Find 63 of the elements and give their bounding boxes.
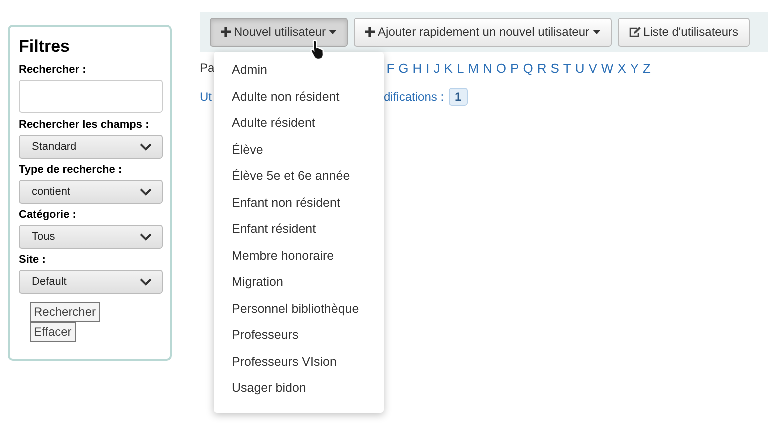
menu-item[interactable]: Élève <box>214 140 384 167</box>
chevron-icon <box>140 278 152 286</box>
menu-item[interactable]: Professeurs <box>214 326 384 352</box>
field-label: Type de recherche : <box>19 164 124 176</box>
letter-link[interactable]: F <box>386 60 395 76</box>
chevron-icon <box>140 188 152 196</box>
letter-link[interactable]: T <box>563 60 572 76</box>
chevron-icon <box>140 233 152 241</box>
letter-link[interactable]: X <box>618 60 626 76</box>
select-field[interactable]: Standard <box>19 135 163 159</box>
letter-link[interactable]: O <box>496 60 507 76</box>
menu-item[interactable]: Membre honoraire <box>214 246 384 273</box>
field-label: Rechercher : <box>19 64 88 76</box>
toolbar-button[interactable]: Liste d'utilisateurs <box>618 18 750 46</box>
menu-item[interactable]: Enfant résident <box>214 220 384 246</box>
letter-link[interactable]: W <box>601 60 614 76</box>
field-label: Catégorie : <box>19 209 78 221</box>
select-field[interactable]: Tous <box>19 225 163 249</box>
letter-link[interactable]: Q <box>523 60 534 76</box>
filter-button[interactable]: Rechercher <box>30 302 100 322</box>
letter-link[interactable]: H <box>412 60 422 76</box>
edit-icon <box>628 26 641 38</box>
plus-icon <box>221 27 231 37</box>
letter-link[interactable]: P <box>510 60 520 76</box>
select-field[interactable]: contient <box>19 180 163 204</box>
letter-link[interactable]: U <box>575 60 585 76</box>
field-label: Site : <box>19 254 47 266</box>
letter-link[interactable]: R <box>537 60 547 76</box>
search-field[interactable] <box>19 80 163 113</box>
letter-link[interactable]: J <box>434 60 440 76</box>
letter-link[interactable]: Z <box>643 60 651 76</box>
letter-link[interactable]: V <box>588 60 598 76</box>
menu-item[interactable]: Usager bidon <box>214 379 384 406</box>
menu-item[interactable]: Professeurs VIsion <box>214 352 384 379</box>
modifications-link[interactable]: difications : <box>384 90 444 104</box>
letter-link[interactable]: K <box>444 60 453 76</box>
menu-item[interactable]: Migration <box>214 273 384 300</box>
menu-item[interactable]: Personnel bibliothèque <box>214 300 384 326</box>
letter-link[interactable]: N <box>483 60 492 76</box>
letter-link[interactable]: G <box>398 60 409 76</box>
letter-link[interactable]: I <box>426 60 430 76</box>
menu-item[interactable]: Élève 5e et 6e année <box>214 167 384 194</box>
chevron-icon <box>140 143 152 151</box>
caret-icon <box>329 30 338 34</box>
letter-link[interactable]: L <box>456 60 464 76</box>
menu-item[interactable]: Enfant non résident <box>214 194 384 220</box>
filter-button[interactable]: Effacer <box>30 322 76 342</box>
browse-label: Pa <box>200 61 215 75</box>
letter-link[interactable]: Y <box>630 60 640 76</box>
toolbar-button[interactable]: Nouvel utilisateur <box>210 18 348 46</box>
menu-item[interactable]: Admin <box>214 61 384 88</box>
plus-icon <box>365 27 376 37</box>
letter-link[interactable]: M <box>468 60 480 76</box>
menu-item[interactable]: Adulte résident <box>214 114 384 140</box>
toolbar-button[interactable]: Ajouter rapidement un nouvel utilisateur <box>354 18 612 46</box>
link[interactable]: Ut <box>200 90 212 104</box>
caret-icon <box>592 30 601 34</box>
field-label: Rechercher les champs : <box>19 119 150 131</box>
menu-item[interactable]: Adulte non résident <box>214 88 384 114</box>
letter-link[interactable]: S <box>550 60 560 76</box>
select-field[interactable]: Default <box>19 270 163 294</box>
count-badge: 1 <box>449 88 468 106</box>
filters-title: Filtres <box>19 37 72 57</box>
